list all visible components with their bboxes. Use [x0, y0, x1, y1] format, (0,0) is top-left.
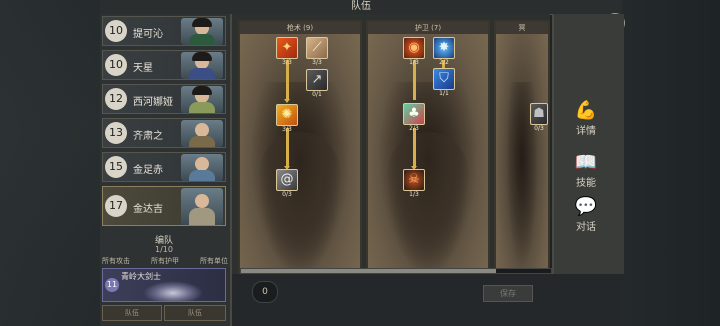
- save-button[interactable]: 保存: [483, 285, 533, 302]
- hero-level: 13: [105, 122, 127, 144]
- unit-figure: [143, 281, 203, 301]
- hero-item[interactable]: 12 西河娜娅: [102, 84, 226, 114]
- hero-item[interactable]: 10 提可沁: [102, 16, 226, 46]
- hero-level: 10: [105, 54, 127, 76]
- hero-item[interactable]: 10 天星: [102, 50, 226, 80]
- skill-column-dark: 冥: [494, 20, 550, 276]
- filter-armor[interactable]: 所有护甲: [151, 256, 179, 266]
- spear-icon[interactable]: ↗: [306, 69, 328, 91]
- skill-link: [413, 128, 416, 168]
- skill-count: 0/3: [282, 191, 292, 198]
- skill-count: 1/3: [409, 191, 419, 198]
- swirl-icon[interactable]: @: [276, 169, 298, 191]
- hero-level: 15: [105, 156, 127, 178]
- skill-count: 2/3: [409, 125, 419, 132]
- team-tab-button-1[interactable]: 队伍: [102, 305, 162, 321]
- column-header: 枪术 (9): [240, 22, 360, 34]
- filter-unit[interactable]: 所有单位: [200, 256, 228, 266]
- tool-label: 详情: [576, 126, 596, 137]
- skill-points: 0: [252, 281, 278, 303]
- bottom-bar: [232, 274, 622, 326]
- hero-name: 金达吉: [133, 204, 163, 215]
- skill-count: 1/3: [409, 59, 419, 66]
- title-bar: 队伍: [100, 0, 622, 15]
- skill-count: 3/3: [312, 59, 322, 66]
- skill-column-spear: 枪术 (9): [238, 20, 362, 276]
- detail-button[interactable]: 💪 详情: [566, 100, 606, 137]
- blue-shield-icon[interactable]: ⛉: [433, 68, 455, 90]
- fire-slash-icon[interactable]: ✦: [276, 37, 298, 59]
- tool-panel: 💪 详情 📖 技能 💬 对话: [552, 14, 624, 274]
- filter-attack[interactable]: 所有攻击: [102, 256, 130, 266]
- flame-shield-icon[interactable]: ◉: [403, 37, 425, 59]
- unit-level: 11: [105, 278, 119, 292]
- claw-icon[interactable]: ⟋: [306, 37, 328, 59]
- hero-portrait: [181, 86, 223, 113]
- background-left: [0, 0, 100, 326]
- book-icon: 📖: [574, 152, 598, 173]
- hero-portrait: [181, 52, 223, 79]
- skill-link-arrow: [284, 99, 290, 103]
- fire-demon-icon[interactable]: ☠: [403, 169, 425, 191]
- page-title: 队伍: [351, 1, 371, 12]
- skill-link: [286, 128, 289, 168]
- dialogue-button[interactable]: 💬 对话: [566, 196, 606, 233]
- chat-icon: 💬: [574, 196, 598, 217]
- hero-name: 金足赤: [133, 165, 163, 176]
- skill-link: [413, 60, 416, 100]
- column-header: 护卫 (7): [368, 22, 488, 34]
- team-tab-button-2[interactable]: 队伍: [164, 305, 226, 321]
- team-count: 1/10: [155, 245, 173, 254]
- filter-row: 所有攻击 所有护甲 所有单位: [102, 256, 228, 266]
- scrollbar-thumb[interactable]: [241, 269, 496, 273]
- background-right: [622, 0, 720, 326]
- shadow-icon[interactable]: ☗: [530, 103, 548, 125]
- hero-portrait: [181, 188, 223, 225]
- skill-count: 3/3: [282, 126, 292, 133]
- skill-button[interactable]: 📖 技能: [566, 152, 606, 189]
- arm-icon: 💪: [574, 100, 598, 121]
- unit-card[interactable]: 11 青岭大剑士: [102, 268, 226, 302]
- hero-level: 17: [105, 195, 127, 217]
- hero-item-selected[interactable]: 17 金达吉: [102, 186, 226, 226]
- hero-level: 12: [105, 88, 127, 110]
- hero-portrait: [181, 18, 223, 45]
- tool-label: 对话: [576, 222, 596, 233]
- skill-count: 1/1: [439, 90, 449, 97]
- hero-name: 齐肃之: [133, 131, 163, 142]
- hero-name: 天星: [133, 63, 153, 74]
- hero-level: 10: [105, 20, 127, 42]
- hero-portrait: [181, 120, 223, 147]
- hero-roster: 10 提可沁 10 天星 12 西河娜娅 13 齐肃之 15 金足赤 17 金达…: [100, 14, 232, 326]
- hero-name: 提可沁: [133, 29, 163, 40]
- column-header: 冥: [496, 22, 548, 34]
- skill-count: 2/2: [439, 59, 449, 66]
- skill-count: 3/3: [282, 59, 292, 66]
- skill-count: 0/3: [534, 125, 544, 132]
- skill-link: [286, 60, 289, 100]
- flame-icon[interactable]: ✺: [276, 104, 298, 126]
- skill-column-guard: 护卫 (7): [366, 20, 490, 276]
- hero-name: 西河娜娅: [133, 97, 173, 108]
- green-heal-icon[interactable]: ♣: [403, 103, 425, 125]
- blue-burst-icon[interactable]: ✸: [433, 37, 455, 59]
- skill-count: 0/1: [312, 91, 322, 98]
- hero-portrait: [181, 154, 223, 181]
- tool-label: 技能: [576, 178, 596, 189]
- hero-item[interactable]: 13 齐肃之: [102, 118, 226, 148]
- hero-item[interactable]: 15 金足赤: [102, 152, 226, 182]
